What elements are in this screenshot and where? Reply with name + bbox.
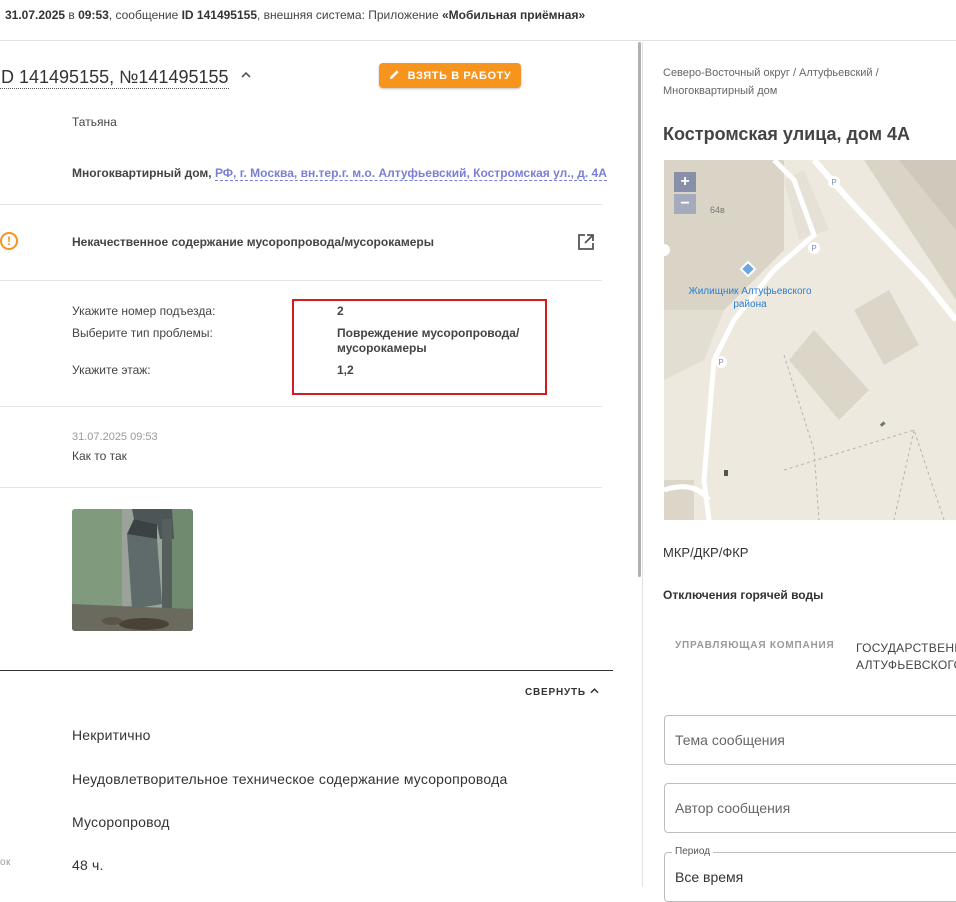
message-date: 31.07.2025	[5, 8, 66, 22]
message-id: ID 141495155	[181, 8, 257, 22]
map[interactable]: P P P 64в Жилищник Алтуфьевского района …	[664, 160, 956, 520]
in-word: в	[65, 8, 79, 22]
message-time: 09:53	[78, 8, 109, 22]
top-divider	[0, 40, 956, 41]
divider	[0, 487, 602, 488]
take-to-work-label: ВЗЯТЬ В РАБОТУ	[407, 69, 512, 82]
period-label: Период	[672, 846, 714, 857]
deadline-value: 48 ч.	[72, 857, 104, 873]
hot-water-label: Отключения горячей воды	[663, 588, 824, 602]
scrollbar-thumb[interactable]	[638, 42, 641, 577]
street-title: Костромская улица, дом 4А	[663, 124, 911, 144]
poi-label-line2: района	[733, 299, 767, 310]
breadcrumb: Северо-Восточный округ / Алтуфьевский / …	[663, 67, 879, 97]
chevron-up-icon[interactable]	[240, 68, 252, 84]
problem-title: Некачественное содержание мусоропровода/…	[72, 235, 434, 249]
detail-label-floor: Укажите этаж:	[72, 363, 151, 377]
divider	[0, 204, 602, 205]
address-type: Многоквартирный дом,	[72, 166, 212, 180]
deadline-label: ок	[0, 857, 11, 868]
detail-label-problem-type: Выберите тип проблемы:	[72, 326, 213, 340]
warning-icon: !	[0, 232, 18, 250]
management-company-name: ГОСУДАРСТВЕНН АЛТУФЬЕВСКОГО	[856, 640, 956, 674]
comment-timestamp: 31.07.2025 09:53	[72, 431, 158, 443]
message-prefix: , сообщение	[108, 8, 182, 22]
subject-field[interactable]	[664, 715, 956, 765]
panel-divider	[642, 42, 643, 887]
detail-label-entrance: Укажите номер подъезда:	[72, 304, 216, 318]
poi-label-line1: Жилищник Алтуфьевского	[688, 285, 811, 297]
ticket-title[interactable]: ID 141495155, №141495155	[0, 66, 229, 89]
divider	[0, 406, 602, 407]
collapse-button[interactable]: СВЕРНУТЬ	[525, 687, 599, 698]
object-value: Мусоропровод	[72, 814, 170, 830]
chevron-up-icon	[589, 687, 599, 698]
external-system-prefix: , внешняя система: Приложение	[257, 8, 442, 22]
zoom-out-button[interactable]: −	[674, 194, 696, 214]
building-number-label: 64в	[710, 205, 725, 215]
subject-input[interactable]	[665, 716, 956, 764]
address-line: Многоквартирный дом, РФ, г. Москва, вн.т…	[72, 166, 607, 181]
pencil-icon	[389, 69, 400, 83]
zoom-in-button[interactable]: +	[674, 172, 696, 192]
gov-line-2: АЛТУФЬЕВСКОГО	[856, 658, 956, 672]
attached-photo[interactable]	[72, 509, 193, 631]
external-link-icon[interactable]	[577, 233, 595, 256]
comment-text: Как то так	[72, 449, 127, 463]
applicant-name: Татьяна	[72, 115, 117, 129]
collapse-label: СВЕРНУТЬ	[525, 687, 586, 698]
gov-line-1: ГОСУДАРСТВЕНН	[856, 641, 956, 655]
highlight-box	[292, 299, 547, 395]
mkr-label: МКР/ДКР/ФКР	[663, 545, 749, 560]
parking-marker: P	[718, 358, 723, 367]
author-input[interactable]	[665, 784, 956, 832]
section-divider	[0, 670, 613, 671]
external-system-name: «Мобильная приёмная»	[441, 8, 586, 22]
parking-marker: P	[831, 178, 836, 187]
author-field[interactable]	[664, 783, 956, 833]
address-link[interactable]: РФ, г. Москва, вн.тер.г. м.о. Алтуфьевск…	[214, 166, 607, 181]
message-info-line: 31.07.2025 в 09:53, сообщение ID 1414951…	[5, 8, 585, 22]
divider	[0, 280, 602, 281]
parking-marker: P	[811, 244, 816, 253]
tab-management-company[interactable]: УПРАВЛЯЮЩАЯ КОМПАНИЯ	[675, 640, 835, 651]
category-value: Неудовлетворительное техническое содержа…	[72, 771, 508, 787]
take-to-work-button[interactable]: ВЗЯТЬ В РАБОТУ	[379, 63, 521, 88]
period-value[interactable]: Все время	[675, 869, 743, 885]
criticality-value: Некритично	[72, 727, 151, 743]
